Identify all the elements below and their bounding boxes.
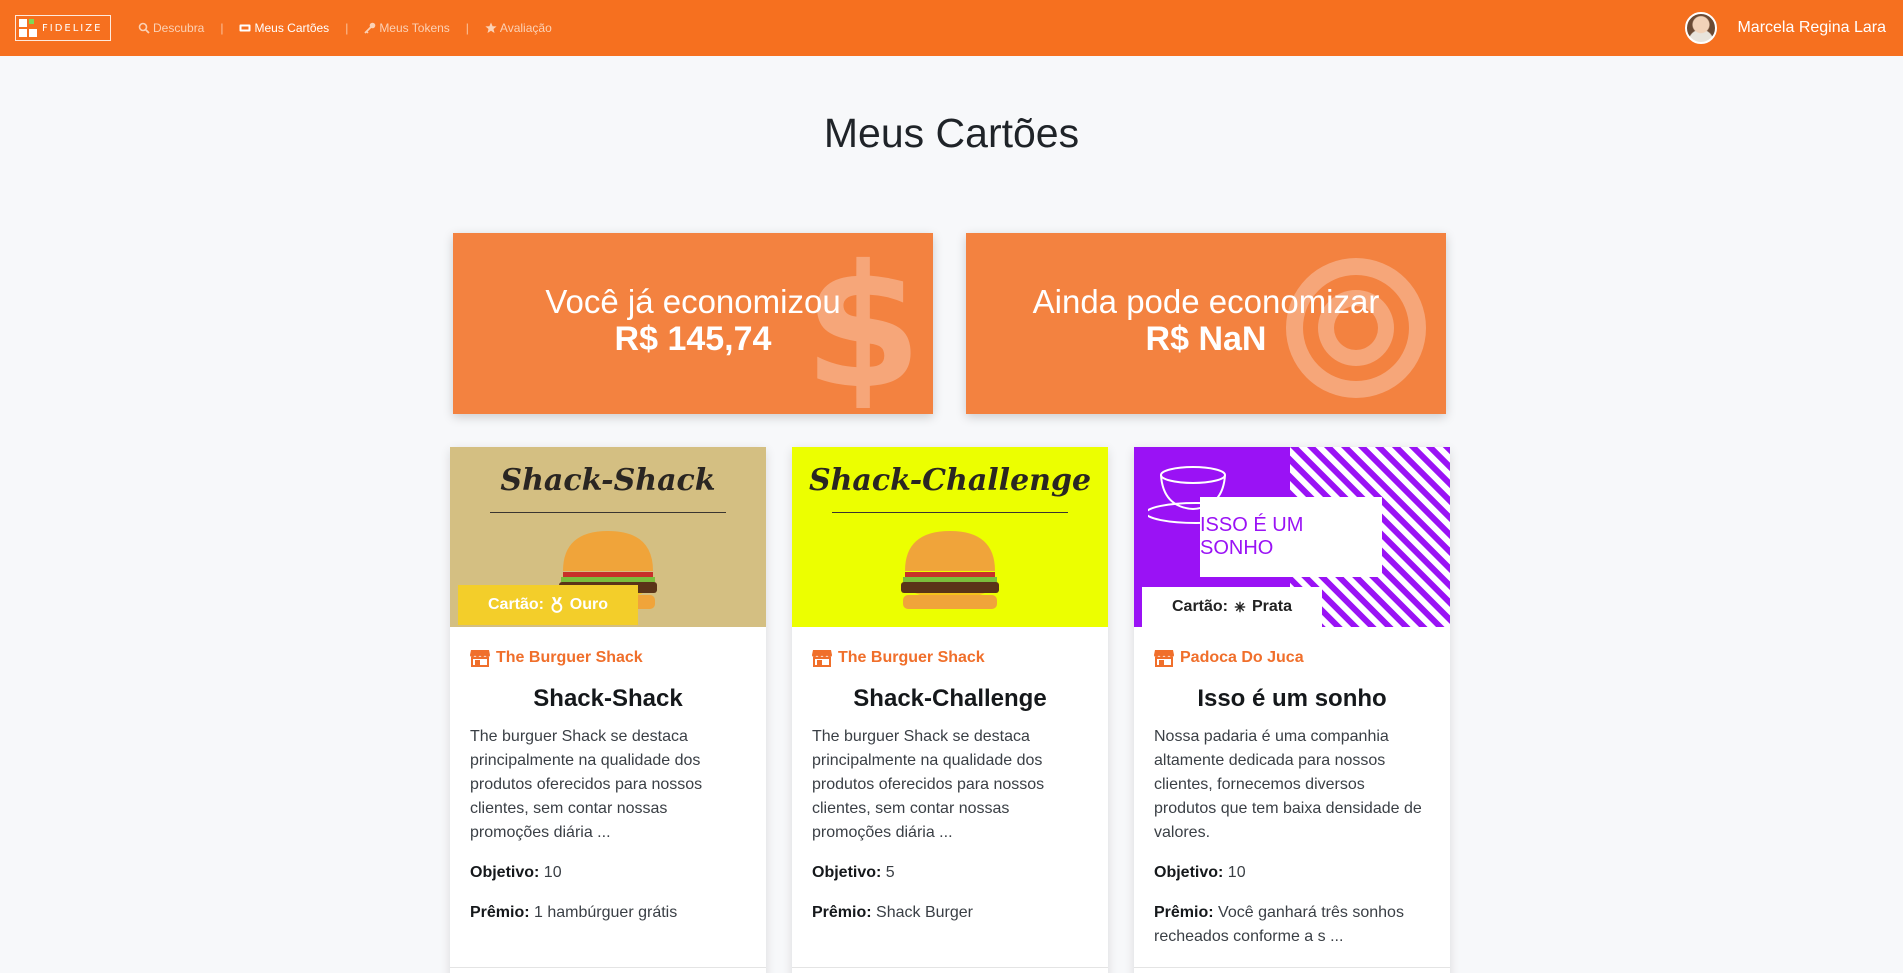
nav-item-meus-cartoes[interactable]: Meus Cartões: [239, 21, 329, 35]
card-prize: Prêmio: Shack Burger: [812, 901, 1088, 925]
card-image: Shack-Shack Cartão: Ouro: [450, 447, 766, 627]
burger-icon: [901, 531, 999, 609]
goal-label: Objetivo:: [812, 864, 882, 881]
prize-label: Prêmio:: [812, 904, 872, 921]
prize-label: Prêmio:: [470, 904, 530, 921]
nav-item-meus-tokens[interactable]: Meus Tokens: [364, 21, 450, 35]
nav-item-label: Avaliação: [499, 21, 552, 35]
card-image: ISSO É UM SONHO Cartão: Prata: [1134, 447, 1450, 627]
badge-level: Ouro: [569, 596, 608, 613]
key-icon: [364, 22, 376, 34]
remaining-stat-card: Ainda pode economizar R$ NaN: [966, 233, 1446, 414]
star-icon: [485, 22, 497, 33]
savings-stat-text: Você já economizou R$ 145,74: [453, 283, 933, 359]
goal-value: 5: [885, 864, 895, 881]
user-name[interactable]: Marcela Regina Lara: [1737, 19, 1886, 37]
badge-prefix: Cartão:: [1172, 598, 1229, 615]
loyalty-card[interactable]: Shack-Shack Cartão: Ouro The Burguer Sha…: [450, 447, 766, 973]
remaining-label: Ainda pode economizar: [1032, 283, 1380, 320]
store-icon: [470, 650, 490, 667]
nav-separator: |: [345, 21, 349, 35]
card-image-divider: [832, 512, 1068, 513]
card-image-banner: ISSO É UM SONHO: [1200, 497, 1382, 577]
prize-value: 1 hambúrguer grátis: [534, 904, 678, 921]
brand-name: FIDELIZE: [42, 22, 103, 34]
card-prize: Prêmio: 1 hambúrguer grátis: [470, 901, 746, 925]
logo-icon: [19, 19, 37, 37]
card-image-title: ISSO É UM SONHO: [1200, 514, 1304, 559]
loyalty-card[interactable]: ISSO É UM SONHO Cartão: Prata Padoca Do …: [1134, 447, 1450, 973]
medal-icon: [551, 597, 563, 613]
savings-stat-card: $ Você já economizou R$ 145,74: [453, 233, 933, 414]
card-level-badge: Cartão: Ouro: [458, 585, 638, 625]
store-icon: [812, 650, 832, 667]
prize-label: Prêmio:: [1154, 904, 1214, 921]
shop-link[interactable]: The Burguer Shack: [470, 649, 746, 667]
shop-link[interactable]: Padoca Do Juca: [1154, 649, 1430, 667]
prize-value: Shack Burger: [876, 904, 973, 921]
card-goal: Objetivo: 10: [470, 861, 746, 885]
snowflake-icon: [1234, 601, 1246, 613]
shop-name[interactable]: The Burguer Shack: [496, 649, 643, 667]
top-navbar: FIDELIZE Descubra | Meus Cartões | Meus …: [0, 0, 1903, 56]
shop-name[interactable]: Padoca Do Juca: [1180, 649, 1304, 667]
card-goal: Objetivo: 5: [812, 861, 1088, 885]
badge-level: Prata: [1251, 598, 1292, 615]
card-title: Shack-Challenge: [853, 685, 1047, 712]
nav-item-avaliacao[interactable]: Avaliação: [485, 21, 552, 35]
nav-item-label: Descubra: [153, 21, 205, 35]
remaining-value: R$ NaN: [1145, 320, 1267, 358]
brand-logo[interactable]: FIDELIZE: [15, 15, 111, 41]
goal-value: 10: [1227, 864, 1246, 881]
savings-label: Você já economizou: [545, 283, 841, 320]
card-image: Shack-Challenge: [792, 447, 1108, 627]
savings-value: R$ 145,74: [614, 320, 772, 358]
card-title: Isso é um sonho: [1197, 685, 1387, 712]
card-description: The burguer Shack se destaca principalme…: [470, 728, 703, 841]
page-title: Meus Cartões: [823, 110, 1080, 156]
shop-name[interactable]: The Burguer Shack: [838, 649, 985, 667]
loyalty-card[interactable]: Shack-Challenge The Burguer Shack Shack-…: [792, 447, 1108, 973]
card-level-badge: Cartão: Prata: [1142, 587, 1322, 627]
nav-separator: |: [465, 21, 469, 35]
goal-label: Objetivo:: [470, 864, 540, 881]
card-footer-divider: [450, 967, 766, 968]
card-goal: Objetivo: 10: [1154, 861, 1430, 885]
card-image-title: Shack-Shack: [500, 463, 716, 498]
card-body: The Burguer Shack Shack-Shack The burgue…: [450, 627, 766, 925]
nav-item-descubra[interactable]: Descubra: [138, 21, 204, 35]
card-body: The Burguer Shack Shack-Challenge The bu…: [792, 627, 1108, 925]
nav-links: Descubra | Meus Cartões | Meus Tokens | …: [138, 21, 552, 35]
card-description: The burguer Shack se destaca principalme…: [812, 728, 1045, 841]
shop-link[interactable]: The Burguer Shack: [812, 649, 1088, 667]
card-title: Shack-Shack: [533, 685, 683, 712]
nav-separator: |: [220, 21, 224, 35]
user-menu[interactable]: Marcela Regina Lara: [1685, 0, 1886, 56]
avatar[interactable]: [1685, 12, 1718, 44]
card-image-divider: [490, 512, 726, 513]
nav-item-label: Meus Cartões: [254, 21, 330, 35]
card-body: Padoca Do Juca Isso é um sonho Nossa pad…: [1134, 627, 1450, 949]
card-footer-divider: [1134, 967, 1450, 968]
nav-item-label: Meus Tokens: [379, 21, 450, 35]
store-icon: [1154, 650, 1174, 667]
ticket-icon: [239, 24, 251, 32]
goal-label: Objetivo:: [1154, 864, 1224, 881]
card-prize: Prêmio: Você ganhará três sonhos rechead…: [1154, 901, 1430, 949]
card-footer-divider: [792, 967, 1108, 968]
card-description: Nossa padaria é uma companhia altamente …: [1154, 728, 1422, 841]
card-image-title: Shack-Challenge: [808, 463, 1092, 498]
badge-prefix: Cartão:: [488, 596, 545, 613]
remaining-stat-text: Ainda pode economizar R$ NaN: [966, 283, 1446, 359]
search-icon: [138, 22, 150, 34]
goal-value: 10: [543, 864, 562, 881]
